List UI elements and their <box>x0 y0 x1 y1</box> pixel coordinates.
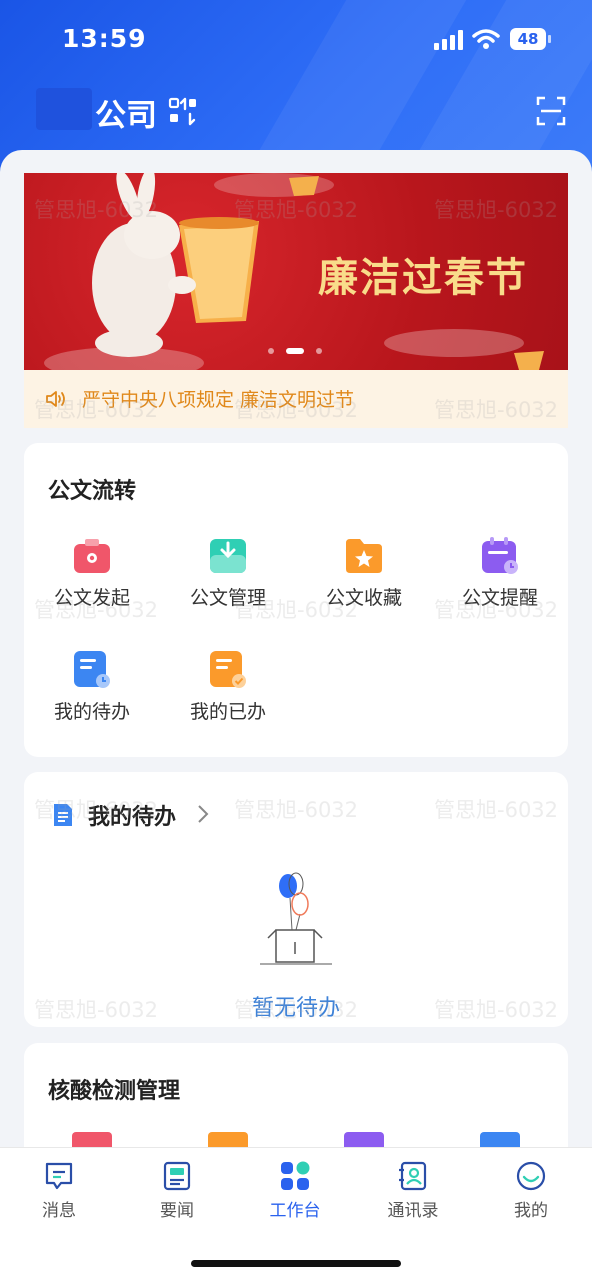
tab-label: 消息 <box>42 1201 76 1221</box>
doc-manage-item[interactable]: 公文管理 <box>160 535 296 635</box>
star-folder-icon <box>346 539 382 573</box>
tab-contacts[interactable]: 通讯录 <box>354 1148 472 1228</box>
battery-tip <box>548 35 551 43</box>
empty-state-text: 暂无待办 <box>251 996 340 1021</box>
news-icon <box>163 1161 191 1191</box>
speaker-icon <box>46 391 65 407</box>
document-icon <box>54 804 72 826</box>
doc-flow-title: 公文流转 <box>48 479 137 504</box>
carousel-dot[interactable] <box>316 348 322 354</box>
banner-carousel[interactable]: 廉洁过春节 <box>24 173 568 370</box>
organization-logo <box>36 88 92 130</box>
briefcase-icon <box>74 539 110 573</box>
tab-messages[interactable]: 消息 <box>0 1148 118 1228</box>
item-label: 公文收藏 <box>325 587 402 609</box>
notice-bar[interactable]: 严守中央八项规定 廉洁文明过节 <box>24 370 568 428</box>
scan-icon[interactable] <box>536 96 566 126</box>
todo-title[interactable]: 我的待办 <box>88 799 176 831</box>
tab-label: 工作台 <box>269 1201 321 1221</box>
tab-workbench[interactable]: 工作台 <box>236 1148 354 1228</box>
empty-box-illustration <box>260 872 332 965</box>
my-done-item[interactable]: 我的已办 <box>160 649 296 749</box>
inbox-download-icon <box>210 539 246 573</box>
todo-card: 我的待办 暂无待办 <box>24 772 568 1027</box>
tab-news[interactable]: 要闻 <box>118 1148 236 1228</box>
nucleic-item-icon[interactable] <box>208 1132 248 1148</box>
nucleic-title: 核酸检测管理 <box>48 1079 181 1104</box>
message-icon <box>45 1162 73 1190</box>
item-label: 公文发起 <box>53 587 130 609</box>
my-todo-item[interactable]: 我的待办 <box>24 649 160 749</box>
item-label: 我的待办 <box>53 701 130 723</box>
document-check-icon <box>210 651 246 688</box>
tab-me[interactable]: 我的 <box>472 1148 590 1228</box>
switch-org-icon[interactable] <box>168 96 200 128</box>
status-bar: 13:59 48 <box>0 0 592 80</box>
doc-flow-card: 公文流转 公文发起 公文管理 公文收藏 公文提醒 我的待办 我的已办 <box>24 443 568 757</box>
tab-label: 我的 <box>514 1201 548 1221</box>
item-label: 公文管理 <box>189 587 266 609</box>
nucleic-item-icon[interactable] <box>344 1132 384 1148</box>
notice-text: 严守中央八项规定 廉洁文明过节 <box>82 389 355 411</box>
carousel-dot[interactable] <box>268 348 274 354</box>
carousel-dots <box>268 347 328 355</box>
wifi-icon <box>472 29 500 49</box>
doc-favorite-item[interactable]: 公文收藏 <box>296 535 432 635</box>
tab-label: 通讯录 <box>387 1201 439 1221</box>
workbench-icon <box>281 1161 310 1190</box>
item-label: 公文提醒 <box>461 587 538 609</box>
contacts-icon <box>399 1161 427 1191</box>
nucleic-item-icon[interactable] <box>72 1132 112 1148</box>
cellular-signal-icon <box>434 30 463 50</box>
document-clock-icon <box>74 651 110 688</box>
doc-launch-item[interactable]: 公文发起 <box>24 535 160 635</box>
tab-label: 要闻 <box>160 1201 194 1221</box>
battery-indicator: 48 <box>510 28 546 50</box>
home-indicator[interactable] <box>191 1260 401 1267</box>
doc-reminder-item[interactable]: 公文提醒 <box>432 535 568 635</box>
calendar-clock-icon <box>482 537 518 574</box>
item-label: 我的已办 <box>189 701 266 723</box>
nucleic-item-icon[interactable] <box>480 1132 520 1148</box>
chevron-right-icon[interactable] <box>196 804 210 824</box>
status-time: 13:59 <box>62 24 147 53</box>
company-name[interactable]: 公司 <box>95 90 157 135</box>
banner-title: 廉洁过春节 <box>318 254 528 301</box>
carousel-dot-active[interactable] <box>286 348 304 354</box>
profile-icon <box>516 1161 546 1191</box>
